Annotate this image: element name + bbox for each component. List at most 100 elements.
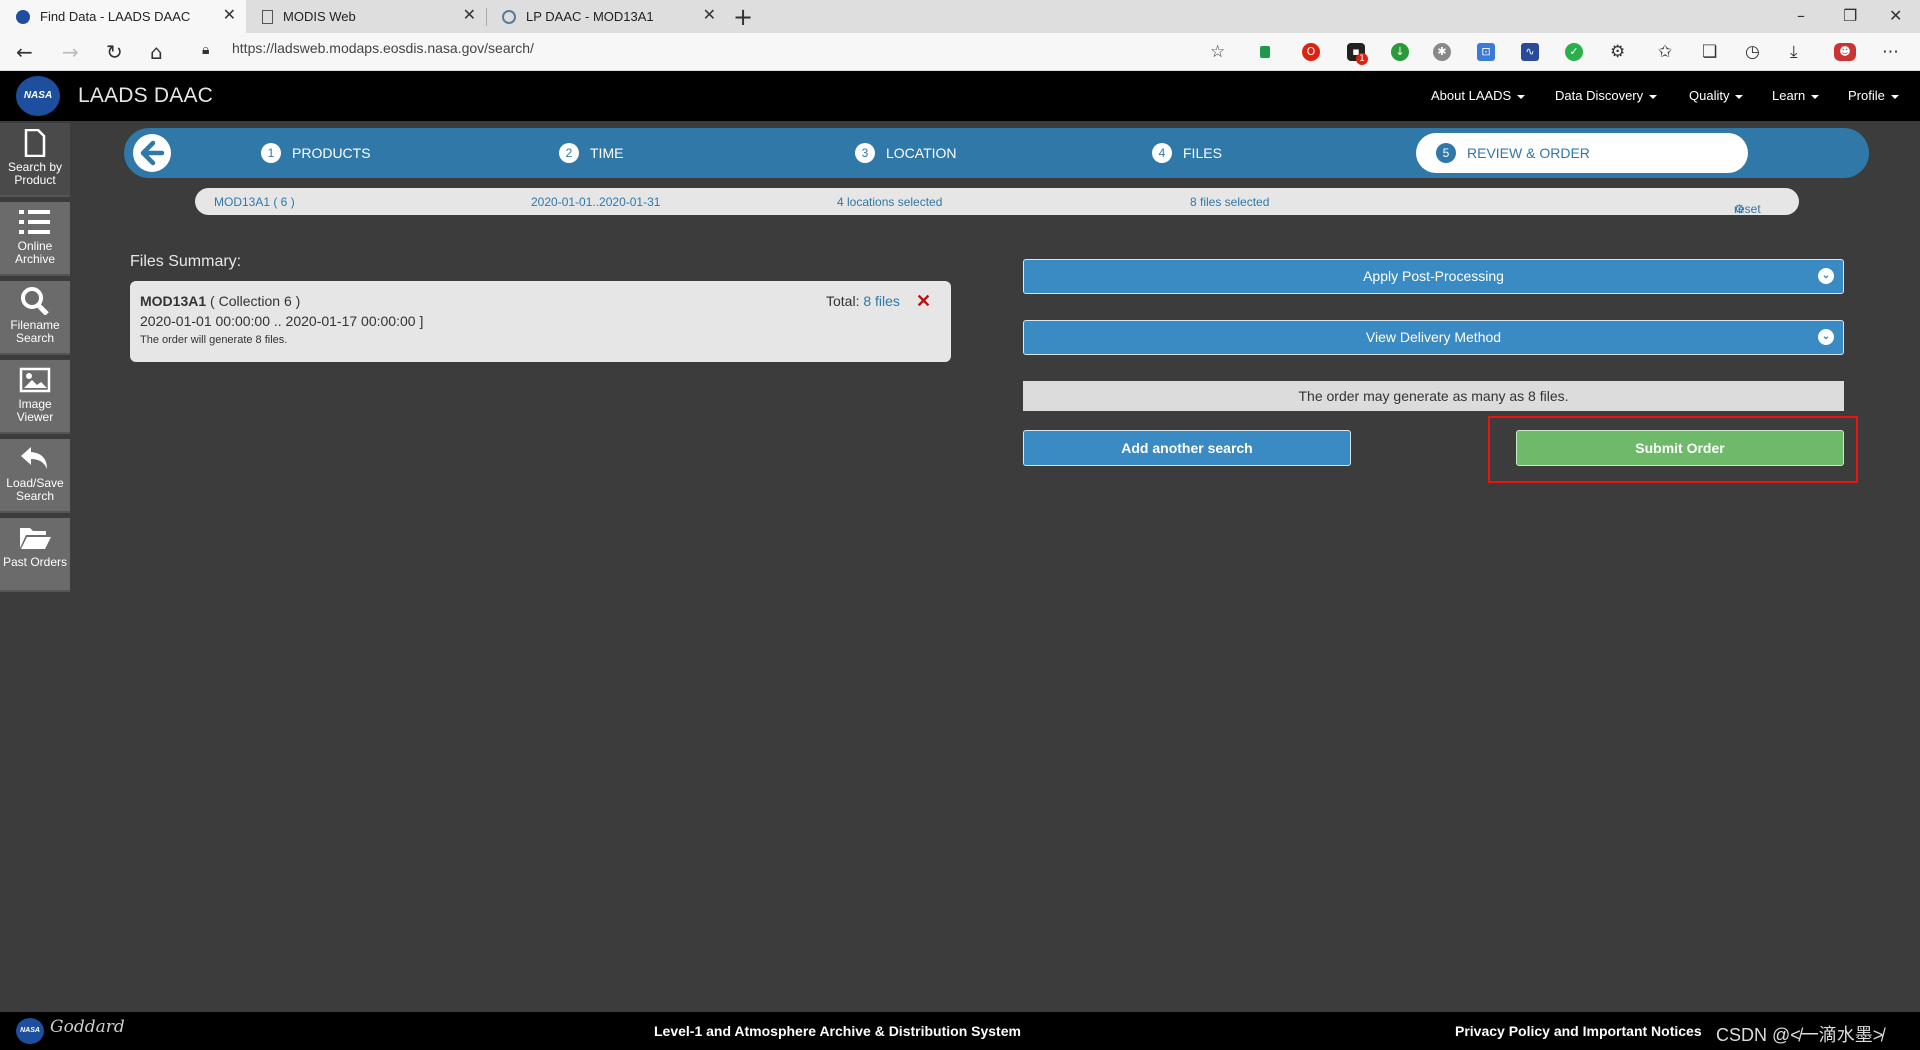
crop-extension-icon[interactable]: ⊡ (1477, 43, 1495, 61)
step-review-order[interactable]: 5 REVIEW & ORDER (1416, 133, 1748, 173)
home-icon[interactable]: ⌂ (150, 40, 163, 64)
favorite-star-icon[interactable]: ☆ (1210, 42, 1225, 62)
check-extension-icon[interactable]: ✓ (1565, 43, 1583, 61)
refresh-icon[interactable]: ↻ (106, 40, 123, 64)
chevron-down-icon: ⌄ (1818, 268, 1834, 284)
minimize-icon[interactable]: – (1797, 6, 1805, 25)
card-product: MOD13A1 (140, 293, 207, 309)
profile-avatar-icon[interactable]: ☻ (1834, 43, 1856, 61)
step-files[interactable]: 4 FILES (1152, 143, 1222, 163)
tab-modis-web[interactable]: MODIS Web ✕ (246, 0, 486, 33)
post-processing-accordion[interactable]: Apply Post-Processing ⌄ (1023, 259, 1844, 294)
opera-extension-icon[interactable]: O (1302, 43, 1320, 61)
watermark: CSDN @≮一滴水墨≯ (1716, 1025, 1884, 1045)
caret-down-icon (1735, 94, 1744, 99)
card-collection: ( Collection 6 ) (210, 293, 301, 309)
close-icon[interactable]: ✕ (463, 8, 476, 24)
flag-extension-icon[interactable] (1260, 46, 1270, 58)
tab-find-data[interactable]: Find Data - LAADS DAAC ✕ (0, 0, 246, 33)
close-window-icon[interactable]: ✕ (1889, 6, 1902, 25)
step-location[interactable]: 3 LOCATION (855, 143, 957, 163)
remove-x-icon[interactable]: ✕ (916, 291, 931, 312)
back-button[interactable] (133, 134, 171, 172)
close-icon[interactable]: ✕ (223, 8, 236, 24)
tab-title: LP DAAC - MOD13A1 (526, 9, 654, 24)
caret-down-icon (1649, 94, 1658, 99)
nav-about-laads[interactable]: About LAADS (1431, 88, 1526, 103)
step-label: FILES (1183, 145, 1222, 161)
url-field[interactable]: https://ladsweb.modaps.eosdis.nasa.gov/s… (232, 40, 534, 56)
add-another-search-button[interactable]: Add another search (1023, 430, 1351, 466)
collections-icon[interactable]: ❏ (1702, 42, 1717, 62)
nav-quality[interactable]: Quality (1689, 88, 1744, 103)
selection-summary-bar: MOD13A1 ( 6 ) 2020-01-01..2020-01-31 4 l… (195, 188, 1799, 216)
favorites-icon[interactable]: ✩ (1658, 42, 1672, 62)
nav-data-discovery[interactable]: Data Discovery (1555, 88, 1658, 103)
restore-icon[interactable]: ❐ (1843, 6, 1857, 25)
puzzle-extension-icon[interactable]: ✱ (1433, 43, 1451, 61)
sidebar-item-past-orders[interactable]: Past Orders (0, 518, 70, 592)
summary-files[interactable]: 8 files selected (1190, 195, 1269, 209)
nav-label: Learn (1772, 88, 1806, 103)
folder-icon (20, 528, 51, 549)
sidebar-item-label: Search by Product (7, 160, 63, 187)
step-time[interactable]: 2 TIME (559, 143, 623, 163)
nasa-footer-logo[interactable]: NASA (16, 1018, 44, 1044)
summary-locations[interactable]: 4 locations selected (837, 195, 942, 209)
card-date-range: 2020-01-01 00:00:00 .. 2020-01-17 00:00:… (140, 313, 424, 329)
delivery-method-accordion[interactable]: View Delivery Method ⌄ (1023, 320, 1844, 355)
browser-toolbar: ← → ↻ ⌂ 🔒︎ https://ladsweb.modaps.eosdis… (0, 33, 1920, 71)
reset-label: reset (1734, 202, 1761, 216)
chart-extension-icon[interactable]: ∿ (1521, 43, 1539, 61)
goddard-logo[interactable]: Goddard (50, 1017, 125, 1037)
submit-order-button[interactable]: Submit Order (1516, 430, 1844, 466)
step-number: 3 (855, 143, 875, 163)
sidebar-item-search-by-product[interactable]: Search by Product (0, 123, 70, 197)
chevron-down-icon: ⌄ (1818, 329, 1834, 345)
download-extension-icon[interactable]: ↓ (1391, 43, 1409, 61)
order-step-bar: 1 PRODUCTS 2 TIME 3 LOCATION 4 FILES 5 REVIEW… (124, 128, 1869, 178)
step-label: LOCATION (886, 145, 957, 161)
forward-arrow-icon[interactable]: → (62, 40, 79, 64)
sidebar-item-filename-search[interactable]: Filename Search (0, 281, 70, 355)
step-products[interactable]: 1 PRODUCTS (261, 143, 371, 163)
caret-down-icon (1811, 94, 1820, 99)
badge-count: 1 (1356, 53, 1368, 65)
document-icon (24, 129, 46, 157)
nav-learn[interactable]: Learn (1772, 88, 1820, 103)
sidebar-item-label: Past Orders (2, 555, 68, 569)
file-summary-card: MOD13A1 ( Collection 6 ) 2020-01-01 00:0… (130, 281, 951, 362)
more-menu-icon[interactable]: ⋯ (1882, 42, 1899, 62)
lock-icon: 🔒︎ (202, 42, 210, 58)
accordion-label: View Delivery Method (1365, 329, 1502, 345)
nav-label: Data Discovery (1555, 88, 1644, 103)
card-product-line: MOD13A1 ( Collection 6 ) (140, 293, 300, 309)
downloads-icon[interactable]: ⤓ (1790, 42, 1798, 62)
history-icon[interactable]: ◷ (1745, 42, 1760, 62)
tab-title: MODIS Web (283, 9, 356, 24)
nav-label: Profile (1848, 88, 1885, 103)
total-files-link[interactable]: 8 files (863, 293, 900, 309)
nav-profile[interactable]: Profile (1848, 88, 1899, 103)
step-label: REVIEW & ORDER (1467, 145, 1590, 161)
extensions-icon[interactable]: ⚙ (1610, 42, 1625, 62)
sidebar-item-image-viewer[interactable]: Image Viewer (0, 360, 70, 434)
caret-down-icon (1517, 94, 1526, 99)
tab-lp-daac[interactable]: LP DAAC - MOD13A1 ✕ (486, 0, 726, 33)
new-tab-button[interactable]: + (733, 3, 753, 31)
sidebar-item-online-archive[interactable]: Online Archive (0, 202, 70, 276)
footer-system-name: Level-1 and Atmosphere Archive & Distrib… (654, 1023, 1021, 1039)
step-number: 4 (1152, 143, 1172, 163)
sidebar-item-load-save-search[interactable]: Load/Save Search (0, 439, 70, 513)
browser-tab-bar: Find Data - LAADS DAAC ✕ MODIS Web ✕ LP … (0, 0, 1920, 33)
summary-product[interactable]: MOD13A1 ( 6 ) (214, 195, 295, 209)
back-arrow-icon[interactable]: ← (16, 40, 33, 64)
nasa-logo[interactable]: NASA (16, 76, 60, 116)
nasa-favicon-icon (16, 9, 30, 24)
step-label: PRODUCTS (292, 145, 371, 161)
nav-label: About LAADS (1431, 88, 1512, 103)
site-title[interactable]: LAADS DAAC (78, 84, 213, 108)
privacy-policy-link[interactable]: Privacy Policy and Important Notices (1455, 1023, 1702, 1039)
summary-time[interactable]: 2020-01-01..2020-01-31 (531, 195, 660, 209)
close-icon[interactable]: ✕ (703, 8, 716, 24)
